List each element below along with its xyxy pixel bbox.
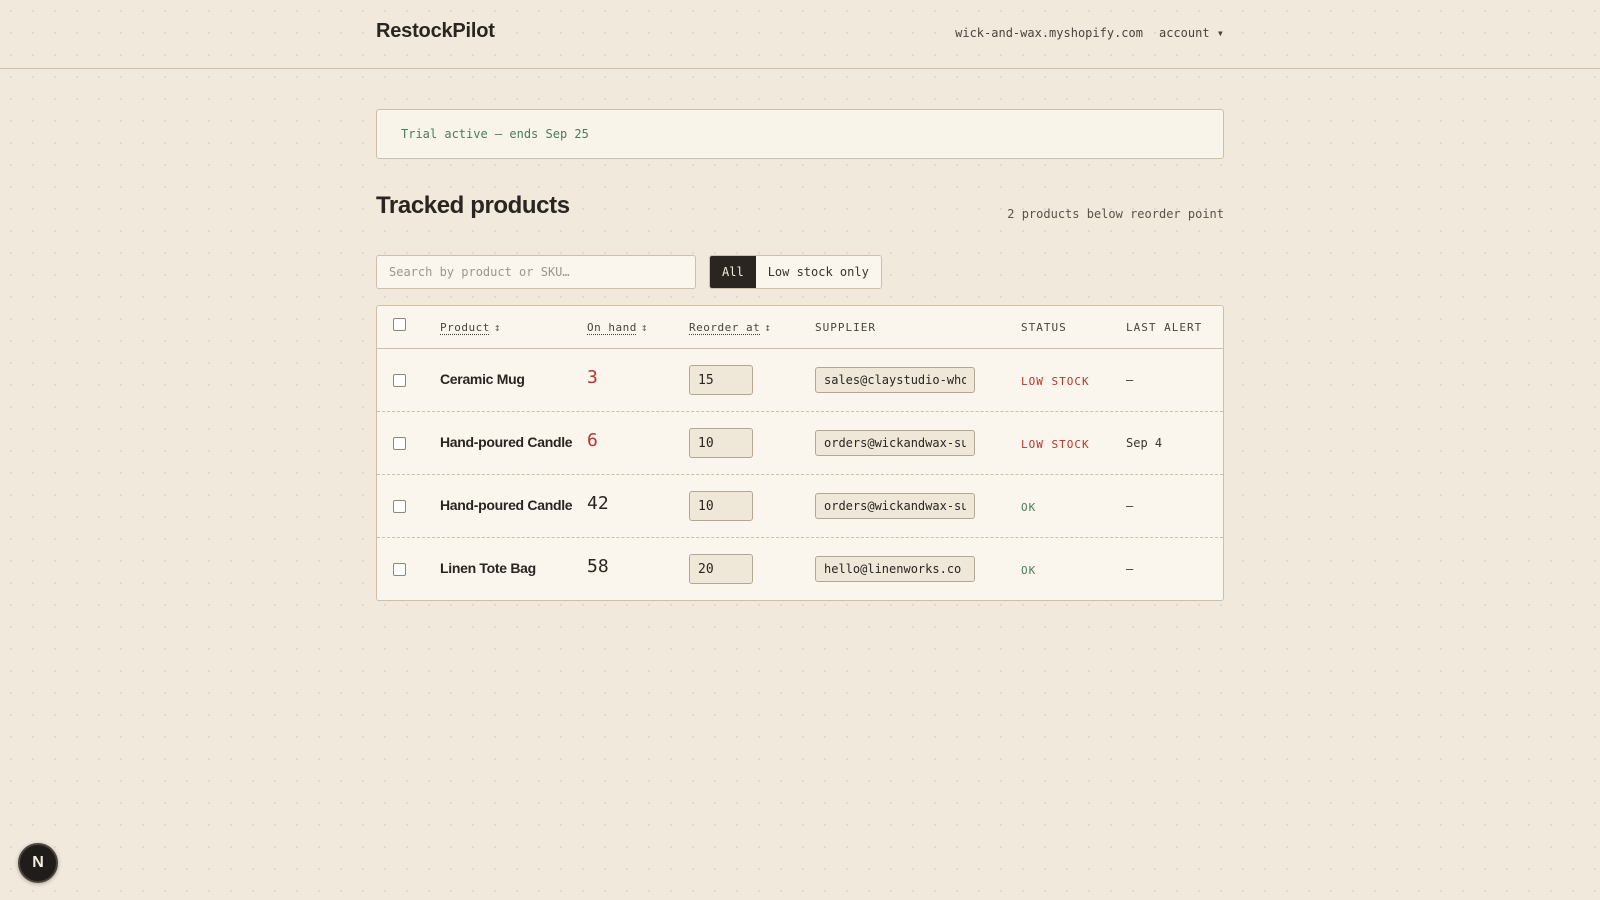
last-alert: — — [1126, 562, 1134, 576]
header-right: wick-and-wax.myshopify.com account ▾ — [955, 26, 1224, 40]
table-row: Hand-poured Candle 42 OK — — [377, 475, 1223, 538]
column-header-reorder-at[interactable]: Reorder at ↕ — [689, 321, 771, 334]
column-header-status: STATUS — [1021, 321, 1067, 334]
supplier-email-input[interactable] — [815, 493, 975, 519]
last-alert: Sep 4 — [1126, 436, 1163, 450]
on-hand-count: 58 — [587, 556, 609, 577]
status-badge: OK — [1021, 564, 1037, 577]
store-domain: wick-and-wax.myshopify.com — [955, 26, 1143, 40]
column-header-supplier: SUPPLIER — [815, 321, 876, 334]
on-hand-count: 6 — [587, 430, 598, 451]
on-hand-count: 3 — [587, 367, 598, 388]
row-checkbox[interactable] — [393, 563, 406, 576]
account-menu[interactable]: account ▾ — [1159, 26, 1224, 40]
trial-banner: Trial active — ends Sep 25 — [376, 109, 1224, 159]
page-title: Tracked products — [376, 192, 570, 219]
last-alert: — — [1126, 373, 1134, 387]
row-checkbox[interactable] — [393, 500, 406, 513]
supplier-email-input[interactable] — [815, 556, 975, 582]
row-checkbox[interactable] — [393, 437, 406, 450]
select-all-checkbox[interactable] — [393, 318, 406, 331]
product-name: Hand-poured Candle — [440, 497, 573, 513]
top-bar: RestockPilot wick-and-wax.myshopify.com … — [0, 0, 1600, 69]
products-table: Product ↕ On hand ↕ Reorder at ↕ SUPPLIER S… — [376, 305, 1224, 601]
column-header-product[interactable]: Product ↕ — [440, 321, 501, 334]
filter-toggle: All Low stock only — [709, 255, 882, 289]
supplier-email-input[interactable] — [815, 430, 975, 456]
table-header: Product ↕ On hand ↕ Reorder at ↕ SUPPLIER S… — [377, 306, 1223, 349]
column-header-on-hand[interactable]: On hand ↕ — [587, 321, 648, 334]
status-badge: LOW STOCK — [1021, 375, 1090, 388]
supplier-email-input[interactable] — [815, 367, 975, 393]
filter-all-button[interactable]: All — [710, 256, 756, 288]
row-checkbox[interactable] — [393, 374, 406, 387]
reorder-point-input[interactable] — [689, 491, 753, 521]
dev-tools-icon: N — [32, 854, 44, 871]
sort-icon: ↕ — [640, 321, 648, 334]
on-hand-count: 42 — [587, 493, 609, 514]
filter-low-stock-button[interactable]: Low stock only — [755, 256, 881, 288]
column-header-last-alert: LAST ALERT — [1126, 321, 1203, 334]
table-row: Linen Tote Bag 58 OK — — [377, 538, 1223, 601]
status-badge: LOW STOCK — [1021, 438, 1090, 451]
product-name: Linen Tote Bag — [440, 560, 536, 576]
product-name: Hand-poured Candle — [440, 434, 573, 450]
product-name: Ceramic Mug — [440, 371, 525, 387]
reorder-point-input[interactable] — [689, 428, 753, 458]
reorder-point-input[interactable] — [689, 554, 753, 584]
search-input[interactable] — [376, 255, 696, 289]
below-reorder-count: 2 products below reorder point — [1007, 207, 1224, 221]
brand-logo[interactable]: RestockPilot — [376, 20, 495, 43]
sort-icon: ↕ — [764, 321, 772, 334]
table-row: Ceramic Mug 3 LOW STOCK — — [377, 349, 1223, 412]
trial-banner-text: Trial active — ends Sep 25 — [401, 127, 589, 141]
reorder-point-input[interactable] — [689, 365, 753, 395]
table-row: Hand-poured Candle 6 LOW STOCK Sep 4 — [377, 412, 1223, 475]
last-alert: — — [1126, 499, 1134, 513]
status-badge: OK — [1021, 501, 1037, 514]
dev-tools-button[interactable]: N — [18, 843, 58, 883]
sort-icon: ↕ — [493, 321, 501, 334]
